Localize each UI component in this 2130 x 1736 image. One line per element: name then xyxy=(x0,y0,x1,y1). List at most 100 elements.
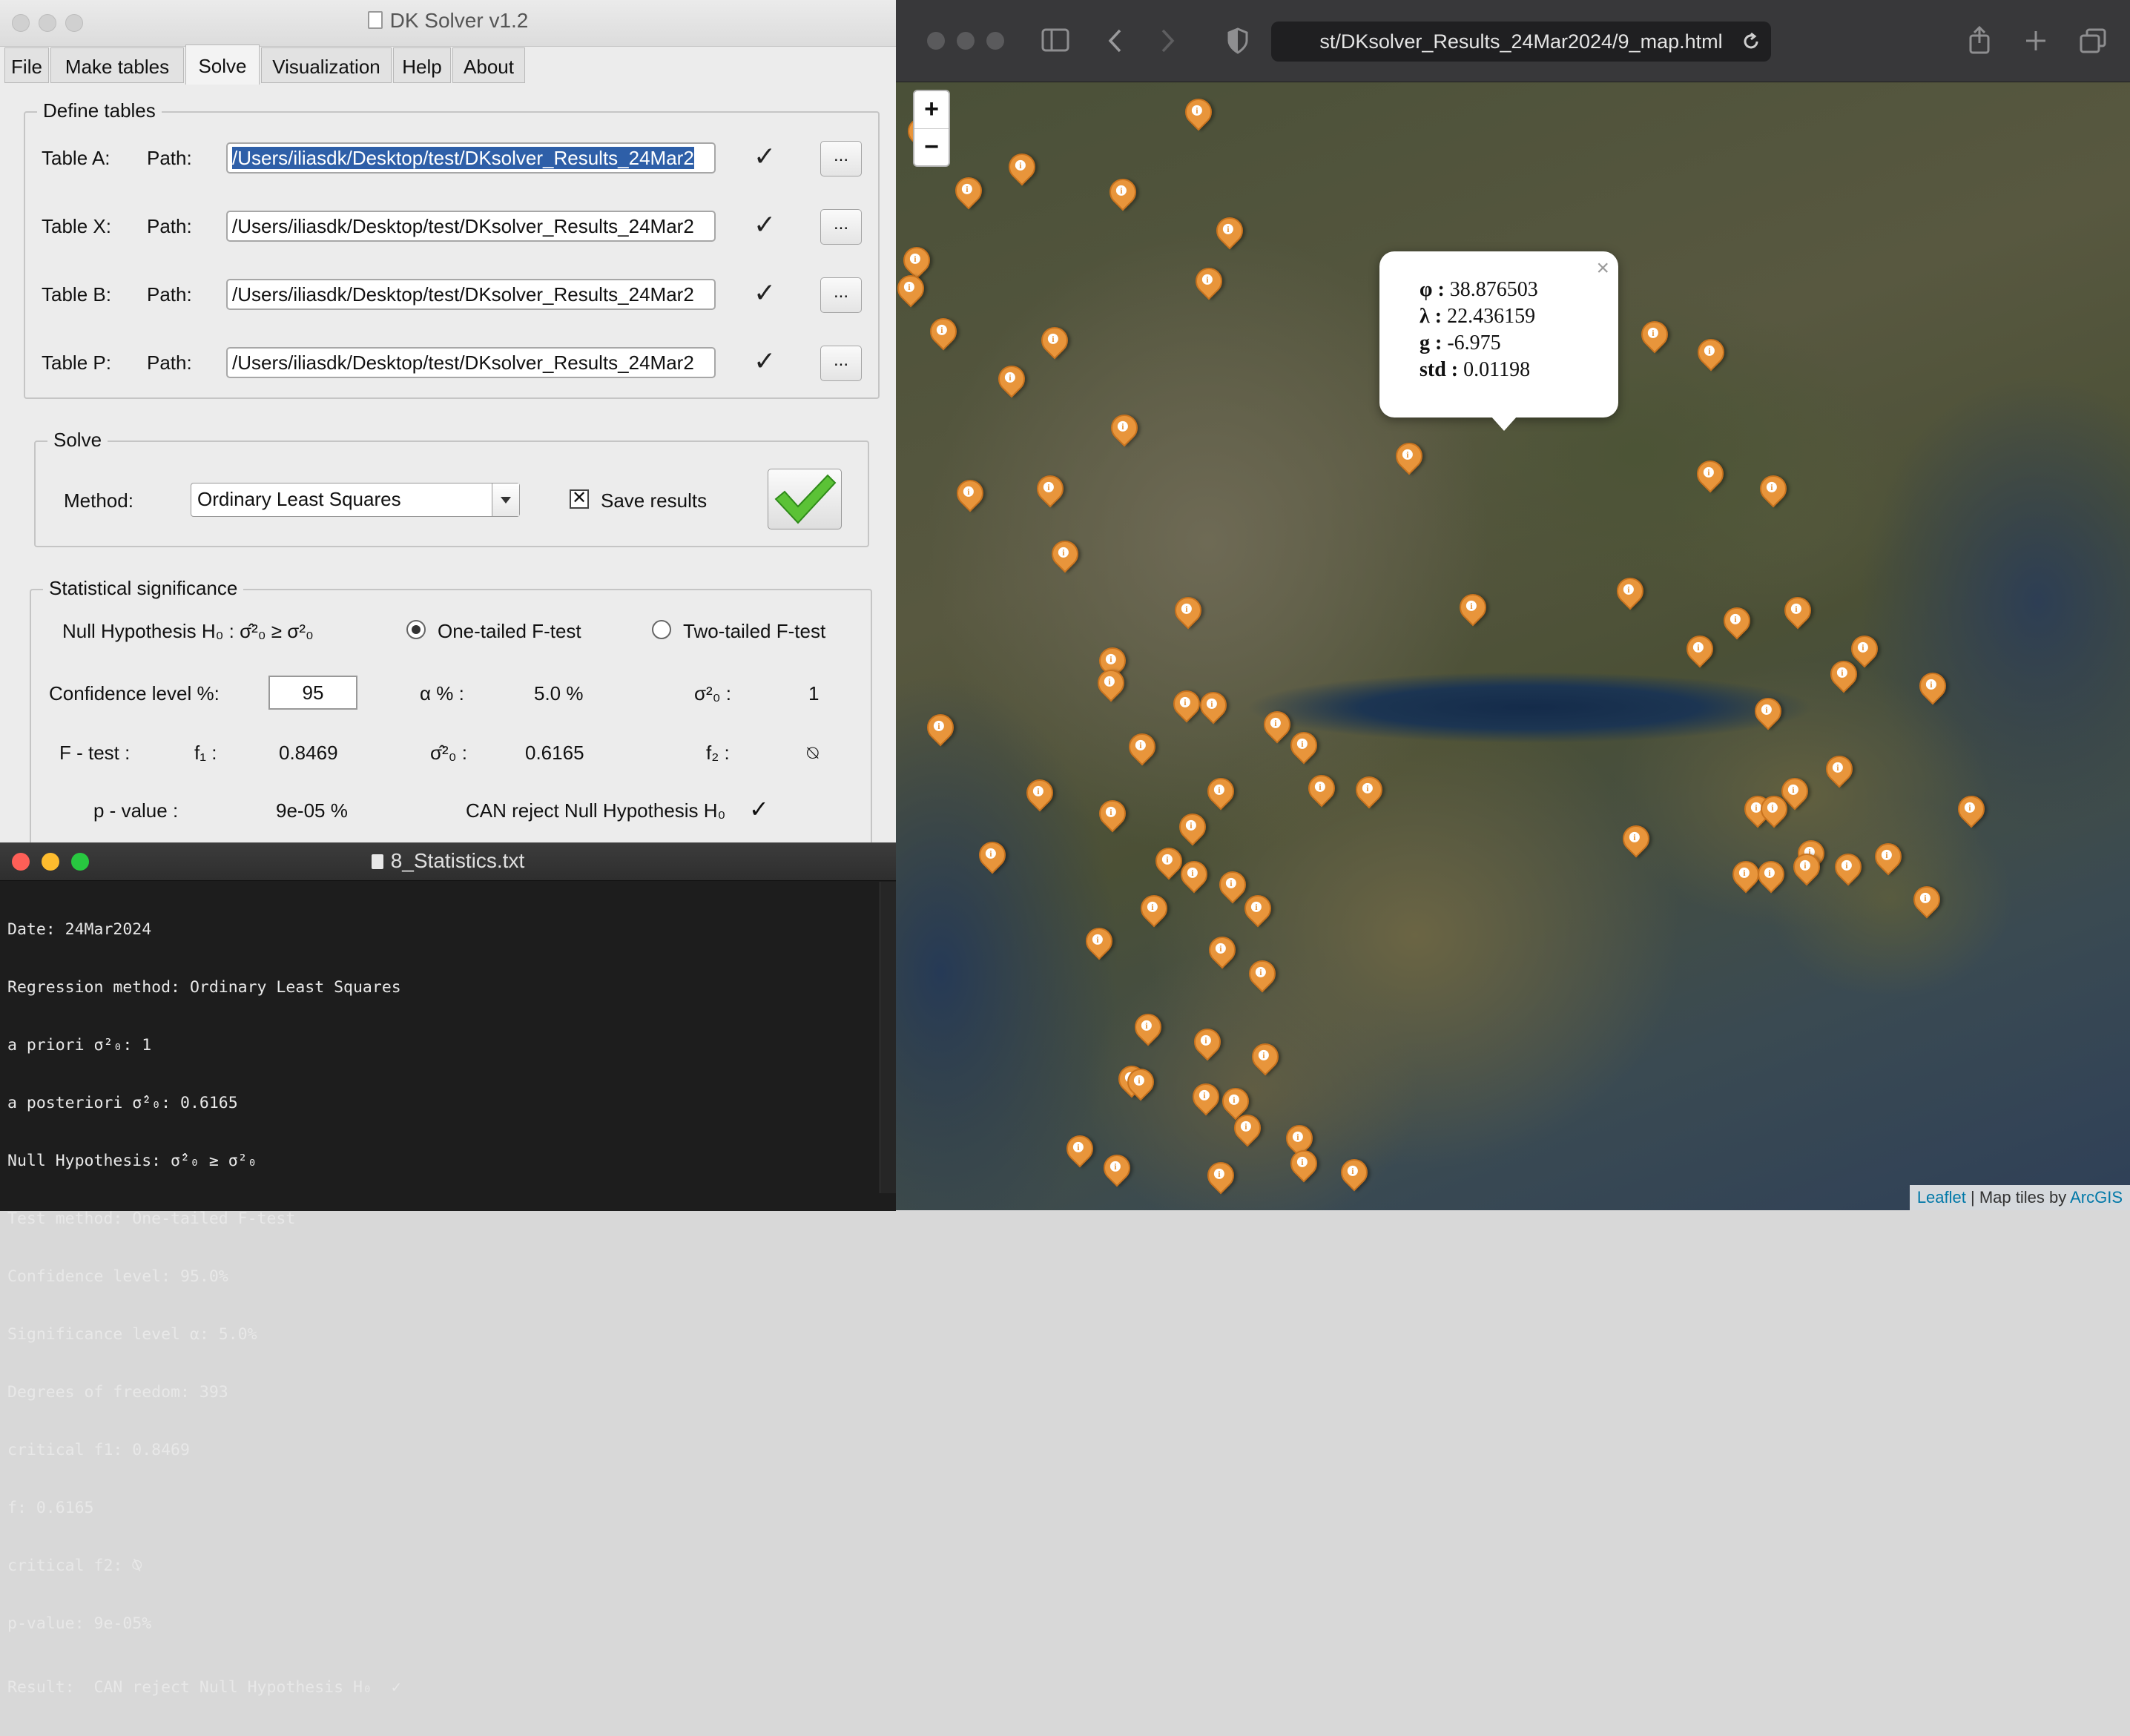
info-marker-icon[interactable] xyxy=(1190,262,1228,300)
share-icon[interactable] xyxy=(1968,25,1991,55)
info-marker-icon[interactable] xyxy=(1135,889,1173,928)
info-marker-icon[interactable] xyxy=(1098,1149,1136,1187)
forward-icon[interactable] xyxy=(1158,28,1176,53)
info-marker-icon[interactable] xyxy=(1003,148,1041,186)
table-b-browse-button[interactable]: ... xyxy=(820,277,862,313)
tab-make-tables[interactable]: Make tables xyxy=(50,47,184,83)
info-marker-icon[interactable] xyxy=(1869,837,1908,876)
info-marker-icon[interactable] xyxy=(1302,769,1341,808)
info-marker-icon[interactable] xyxy=(1080,922,1118,960)
info-marker-icon[interactable] xyxy=(1239,889,1277,928)
info-marker-icon[interactable] xyxy=(1093,794,1132,833)
info-marker-icon[interactable] xyxy=(1105,409,1144,447)
info-marker-icon[interactable] xyxy=(1123,727,1161,766)
info-marker-icon[interactable] xyxy=(1203,931,1242,969)
text-content[interactable]: Date: 24Mar2024 Regression method: Ordin… xyxy=(7,882,883,1736)
table-p-path-field[interactable]: /Users/iliasdk/Desktop/test/DKsolver_Res… xyxy=(226,347,716,378)
confidence-input[interactable]: 95 xyxy=(268,676,357,710)
info-marker-icon[interactable] xyxy=(1952,790,1991,828)
info-marker-icon[interactable] xyxy=(1210,211,1249,250)
info-marker-icon[interactable] xyxy=(1692,333,1730,372)
info-marker-icon[interactable] xyxy=(1754,469,1793,508)
info-marker-icon[interactable] xyxy=(1335,1153,1374,1192)
url-field[interactable]: st/DKsolver_Results_24Mar2024/9_map.html xyxy=(1271,22,1771,62)
info-marker-icon[interactable] xyxy=(1129,1008,1167,1046)
zoom-out-button[interactable]: − xyxy=(914,129,949,166)
zoom-in-button[interactable]: + xyxy=(914,91,949,129)
info-marker-icon[interactable] xyxy=(921,708,960,747)
info-marker-icon[interactable] xyxy=(1845,630,1884,668)
info-marker-icon[interactable] xyxy=(897,241,936,280)
info-marker-icon[interactable] xyxy=(1201,1156,1240,1195)
info-marker-icon[interactable] xyxy=(896,269,930,308)
map-view[interactable]: + − × φ : 38.876503 λ : 22.436159 g : -6… xyxy=(896,82,2130,1210)
info-marker-icon[interactable] xyxy=(1201,772,1240,811)
sidebar-icon[interactable] xyxy=(1041,28,1069,52)
method-select[interactable]: Ordinary Least Squares xyxy=(191,483,520,517)
info-marker-icon[interactable] xyxy=(1061,1129,1099,1168)
info-marker-icon[interactable] xyxy=(1390,437,1428,475)
save-results-checkbox[interactable]: ✕ xyxy=(570,489,589,509)
info-marker-icon[interactable] xyxy=(1243,954,1282,993)
info-marker-icon[interactable] xyxy=(1169,591,1207,630)
table-a-path-field[interactable]: /Users/iliasdk/Desktop/test/DKsolver_Res… xyxy=(226,142,716,174)
tab-file[interactable]: File xyxy=(4,47,49,83)
tab-help[interactable]: Help xyxy=(393,47,451,83)
info-marker-icon[interactable] xyxy=(1194,686,1233,725)
info-marker-icon[interactable] xyxy=(951,474,989,512)
info-marker-icon[interactable] xyxy=(1350,770,1388,809)
info-marker-icon[interactable] xyxy=(1611,572,1649,610)
arcgis-link[interactable]: ArcGIS xyxy=(2070,1188,2123,1207)
table-x-path-field[interactable]: /Users/iliasdk/Desktop/test/DKsolver_Res… xyxy=(226,211,716,242)
table-a-browse-button[interactable]: ... xyxy=(820,141,862,176)
info-marker-icon[interactable] xyxy=(1913,667,1952,705)
tab-visualization[interactable]: Visualization xyxy=(261,47,392,83)
info-marker-icon[interactable] xyxy=(1635,315,1674,354)
table-x-browse-button[interactable]: ... xyxy=(820,209,862,245)
tab-solve[interactable]: Solve xyxy=(185,44,260,85)
info-marker-icon[interactable] xyxy=(1046,535,1084,573)
info-marker-icon[interactable] xyxy=(1035,321,1074,360)
two-tailed-radio[interactable] xyxy=(652,620,671,639)
info-marker-icon[interactable] xyxy=(1187,1077,1225,1116)
tabs-overview-icon[interactable] xyxy=(2080,28,2106,53)
info-marker-icon[interactable] xyxy=(1173,808,1212,846)
info-marker-icon[interactable] xyxy=(1718,601,1756,640)
solve-button[interactable] xyxy=(768,469,842,529)
table-b-path-field[interactable]: /Users/iliasdk/Desktop/test/DKsolver_Res… xyxy=(226,279,716,310)
info-marker-icon[interactable] xyxy=(1617,819,1655,858)
info-marker-icon[interactable] xyxy=(1820,750,1859,788)
minimize-button[interactable] xyxy=(957,32,975,50)
shield-icon[interactable] xyxy=(1227,27,1249,55)
popup-close-icon[interactable]: × xyxy=(1596,256,1609,281)
info-marker-icon[interactable] xyxy=(1691,455,1730,493)
info-marker-icon[interactable] xyxy=(1908,880,1946,919)
tab-about[interactable]: About xyxy=(452,47,525,83)
info-marker-icon[interactable] xyxy=(1258,705,1296,744)
new-tab-icon[interactable] xyxy=(2025,30,2047,52)
scrollbar[interactable] xyxy=(880,882,897,1193)
info-marker-icon[interactable] xyxy=(949,171,988,210)
one-tailed-radio[interactable] xyxy=(406,620,426,639)
info-marker-icon[interactable] xyxy=(1213,865,1252,904)
info-marker-icon[interactable] xyxy=(1454,588,1492,627)
info-marker-icon[interactable] xyxy=(1285,1144,1323,1183)
info-marker-icon[interactable] xyxy=(1179,93,1218,131)
leaflet-link[interactable]: Leaflet xyxy=(1917,1188,1966,1207)
dropdown-arrow-icon[interactable] xyxy=(492,483,519,516)
info-marker-icon[interactable] xyxy=(1749,692,1787,730)
close-button[interactable] xyxy=(927,32,945,50)
info-marker-icon[interactable] xyxy=(1285,726,1323,765)
info-marker-icon[interactable] xyxy=(1829,848,1867,886)
info-marker-icon[interactable] xyxy=(1752,855,1790,894)
info-marker-icon[interactable] xyxy=(1104,173,1142,211)
zoom-button[interactable] xyxy=(986,32,1004,50)
info-marker-icon[interactable] xyxy=(1092,664,1130,702)
reload-icon[interactable] xyxy=(1741,32,1761,51)
info-marker-icon[interactable] xyxy=(924,312,963,351)
info-marker-icon[interactable] xyxy=(992,360,1031,398)
info-marker-icon[interactable] xyxy=(1031,469,1069,508)
info-marker-icon[interactable] xyxy=(1188,1023,1227,1061)
info-marker-icon[interactable] xyxy=(1246,1037,1285,1076)
back-icon[interactable] xyxy=(1107,28,1124,53)
